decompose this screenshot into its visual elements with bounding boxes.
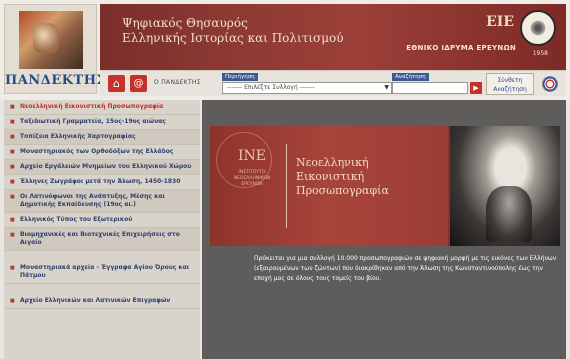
sidebar-item[interactable]: Αρχείο Εργάλειών Μνημείων του Ελληνικού … [4, 160, 200, 175]
sidebar-item[interactable]: Αρχείο Ελληνικών και Λατινικών Επιγραφών [4, 294, 200, 309]
mail-icon[interactable]: @ [130, 75, 147, 92]
chevron-down-icon: ▼ [384, 84, 389, 91]
banner-title-line2: Ελληνικής Ιστορίας και Πολιτισμού [122, 31, 344, 45]
collection-select-value: ------- Επιλέξτε Συλλογή ------- [227, 84, 315, 91]
ine-logo: ΙΝΕ [238, 148, 266, 164]
toolbar: ⌂ @ Ο ΠΑΝΔΕΚΤΗΣ Περιήγηση ------- Επιλέξ… [100, 70, 566, 96]
seal-year: 1958 [532, 50, 548, 57]
home-icon[interactable]: ⌂ [108, 75, 125, 92]
main-content: ΙΝΕ ΙΝΣΤΙΤΟΥΤΟ ΝΕΟΕΛΛΗΝΙΚΩΝ ΕΡΕΥΝΩΝ Νεοε… [202, 100, 566, 359]
sidebar-item[interactable]: Μοναστηριακός των Ορθοδόξων της Ελλάδος [4, 145, 200, 160]
sidebar-item[interactable]: Νεοελληνική Εικονιστική Προσωπογραφία [4, 100, 200, 115]
collection-description: Πρόκειται για μια συλλογή 10.000 προσωπο… [254, 255, 557, 282]
sidebar-item[interactable]: Οι Λατινόφωνοι της Ανάπτυξης, Μέσης και … [4, 190, 200, 213]
advanced-search-button[interactable]: Σύνθετη Αναζήτηση [486, 73, 534, 95]
feature-title-line2: Εικονιστική [296, 170, 365, 183]
seal-icon [520, 10, 556, 46]
collection-select-label: Περιήγηση [222, 73, 258, 81]
feature-divider [286, 144, 287, 228]
portrait-image [450, 126, 560, 246]
sidebar-item[interactable]: Βιομηχανικές και Βιοτεχνικές Επιχειρήσει… [4, 228, 200, 251]
search-label: Αναζήτηση [392, 73, 429, 81]
greek-flag-icon[interactable] [542, 76, 558, 92]
eie-name: ΕΘΝΙΚΟ ΙΔΡΥΜΑ ΕΡΕΥΝΩΝ [406, 44, 516, 52]
search-group: Αναζήτηση ▶ [392, 73, 482, 95]
header-banner: Ψηφιακός Θησαυρός Ελληνικής Ιστορίας και… [100, 4, 566, 70]
ine-subtitle: ΙΝΣΤΙΤΟΥΤΟ ΝΕΟΕΛΛΗΝΙΚΩΝ ΕΡΕΥΝΩΝ [233, 170, 271, 187]
sidebar-item[interactable]: Ταξιδιωτική Γραμματεία, 15ος-19ος αιώνας [4, 115, 200, 130]
collection-select[interactable]: ------- Επιλέξτε Συλλογή ------- ▼ [222, 82, 392, 94]
eie-logo[interactable]: ΕΙΕ ΕΘΝΙΚΟ ΙΔΡΥΜΑ ΕΡΕΥΝΩΝ [380, 14, 520, 62]
feature-title: Νεοελληνική Εικονιστική Προσωπογραφία [296, 156, 446, 198]
page-header: ΠΑΝΔΕΚΤΗΣ Ψηφιακός Θησαυρός Ελληνικής Ισ… [0, 0, 570, 100]
search-input[interactable] [392, 82, 468, 94]
sidebar-item[interactable]: Τοπίζεια Ελληνικής Χαρτογραφίας [4, 130, 200, 145]
logo-image [19, 11, 83, 69]
feature-left-panel: ΙΝΕ ΙΝΣΤΙΤΟΥΤΟ ΝΕΟΕΛΛΗΝΙΚΩΝ ΕΡΕΥΝΩΝ Νεοε… [210, 126, 448, 246]
search-go-icon[interactable]: ▶ [470, 82, 482, 94]
sidebar: Νεοελληνική Εικονιστική Προσωπογραφία Τα… [4, 100, 200, 359]
eie-mark: ΕΙΕ [486, 14, 514, 30]
banner-title: Ψηφιακός Θησαυρός Ελληνικής Ιστορίας και… [122, 16, 352, 46]
adv-search-line2: Αναζήτηση [493, 86, 527, 93]
logo-text: ΠΑΝΔΕΚΤΗΣ [5, 73, 107, 88]
pandektis-link[interactable]: Ο ΠΑΝΔΕΚΤΗΣ [154, 79, 201, 86]
banner-title-line1: Ψηφιακός Θησαυρός [122, 16, 248, 30]
adv-search-line1: Σύνθετη [497, 77, 523, 84]
collection-select-group: Περιήγηση ------- Επιλέξτε Συλλογή -----… [222, 73, 392, 95]
sidebar-item[interactable]: Ελληνικός Τύπος του Εξωτερικού [4, 213, 200, 228]
feature-title-line1: Νεοελληνική [296, 156, 369, 169]
sidebar-item[interactable]: Έλληνες Ζωγράφοι μετά την Άλωση, 1450-18… [4, 175, 200, 190]
pandektis-logo[interactable]: ΠΑΝΔΕΚΤΗΣ [4, 4, 107, 94]
feature-banner[interactable]: ΙΝΕ ΙΝΣΤΙΤΟΥΤΟ ΝΕΟΕΛΛΗΝΙΚΩΝ ΕΡΕΥΝΩΝ Νεοε… [210, 126, 560, 246]
sidebar-item[interactable]: Μοναστηριακά αρχεία - Έγγραφα Αγίου Όρου… [4, 261, 200, 284]
feature-title-line3: Προσωπογραφία [296, 184, 389, 197]
